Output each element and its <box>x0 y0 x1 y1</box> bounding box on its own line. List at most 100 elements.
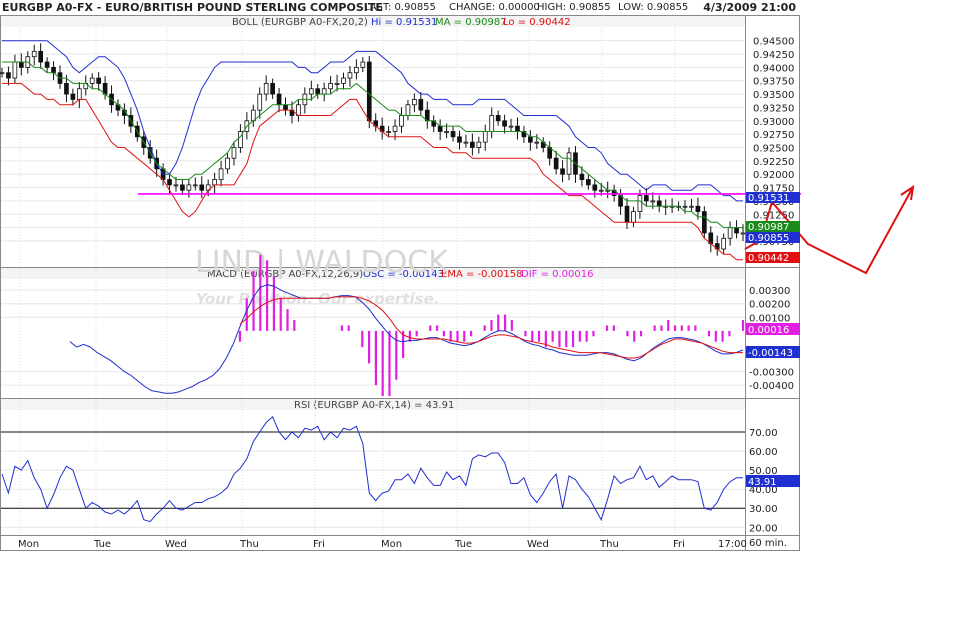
price-candle <box>386 131 391 133</box>
price-candle <box>650 200 656 203</box>
price-tick-label: 0.94500 <box>753 37 794 48</box>
rsi-panel-frame <box>0 398 800 536</box>
price-candle <box>695 205 701 212</box>
price-candle <box>508 125 514 128</box>
price-candle <box>173 184 179 187</box>
price-candle <box>399 115 404 127</box>
rsi-tick-label: 30.00 <box>749 504 778 515</box>
price-candle <box>89 77 95 84</box>
price-candle <box>270 83 275 95</box>
x-tick-label: Thu <box>239 539 259 550</box>
boll-title: BOLL (EURGBP A0-FX,20,2) <box>232 17 368 28</box>
price-tick-label: 0.94000 <box>753 63 794 74</box>
price-candle <box>12 61 18 79</box>
badge-boll-lo: 0.90442 <box>748 253 789 264</box>
price-candle <box>186 184 192 191</box>
x-tick-label: Tue <box>454 539 472 550</box>
price-tick-label: 0.94250 <box>753 50 794 61</box>
price-candle <box>263 83 269 95</box>
price-candle <box>96 77 101 84</box>
price-candle <box>437 125 443 132</box>
price-candle <box>631 211 636 223</box>
watermark-tagline: Your Position. Our expertise. <box>196 290 439 308</box>
price-candle <box>276 93 282 106</box>
price-candle <box>476 141 482 148</box>
price-candle <box>560 168 565 175</box>
price-candle <box>489 115 495 132</box>
badge-macd-osc: -0.00143 <box>748 348 793 359</box>
badge-boll-hi: 0.91531 <box>748 193 789 204</box>
price-candle <box>553 157 559 170</box>
price-candle <box>656 200 662 207</box>
price-candle <box>354 66 359 74</box>
price-candle <box>702 211 707 234</box>
price-candle <box>212 179 217 186</box>
price-candle <box>450 131 456 138</box>
price-tick-label: 0.92500 <box>753 144 794 155</box>
boll-lo-label: Lo = 0.90442 <box>503 17 571 28</box>
price-tick-label: 0.93000 <box>753 117 794 128</box>
stock-chart: BOLL (EURGBP A0-FX,20,2) Hi = 0.91531 MA… <box>0 15 915 551</box>
price-candle <box>598 189 604 192</box>
macd-dif-label: DIF = 0.00016 <box>521 269 594 280</box>
price-candle <box>502 120 507 127</box>
middle-bollinger-band <box>2 61 743 229</box>
x-tick-label: Thu <box>599 539 619 550</box>
price-candle <box>566 152 572 175</box>
price-tick-label: 0.92000 <box>753 170 794 181</box>
rsi-tick-label: 60.00 <box>749 447 778 458</box>
price-candle <box>463 141 469 144</box>
price-candle <box>257 93 263 111</box>
price-candle <box>180 184 185 191</box>
macd-ema-label: EMA = -0.00158 <box>441 269 522 280</box>
price-tick-label: 0.93750 <box>753 77 794 88</box>
price-candle <box>341 77 346 84</box>
badge-rsi: 43.91 <box>748 477 777 488</box>
price-candle <box>231 147 237 159</box>
price-candle <box>51 66 56 74</box>
price-candle <box>689 205 694 208</box>
price-candle <box>579 173 585 180</box>
price-candle <box>515 125 520 132</box>
price-tick-label: 0.93500 <box>753 90 794 101</box>
price-candle <box>199 184 205 191</box>
interval-label: 60 min. <box>749 538 787 549</box>
macd-tick-label: -0.00400 <box>749 381 794 392</box>
rsi-tick-label: 20.00 <box>749 523 778 534</box>
price-candle <box>444 131 449 133</box>
rsi-title: RSI (EURGBP A0-FX,14) = 43.91 <box>294 400 454 411</box>
price-candle <box>740 232 746 235</box>
price-candle <box>637 195 643 212</box>
macd-tick-label: 0.00200 <box>749 300 790 311</box>
price-candle <box>586 179 591 186</box>
price-candle <box>70 93 76 100</box>
price-candle <box>392 125 398 132</box>
x-tick-label: Wed <box>165 539 187 550</box>
price-candle <box>721 237 727 250</box>
badge-last: 0.90855 <box>748 233 789 244</box>
x-tick-label: Tue <box>93 539 111 550</box>
price-tick-label: 0.93250 <box>753 103 794 114</box>
macd-tick-label: 0.00300 <box>749 286 790 297</box>
price-tick-label: 0.92250 <box>753 157 794 168</box>
price-candle <box>405 104 411 116</box>
chart-series <box>0 40 746 523</box>
price-candle <box>321 88 327 95</box>
macd-tick-label: 0.00100 <box>749 313 790 324</box>
price-candle <box>366 61 372 122</box>
price-candle <box>308 88 314 95</box>
price-candle <box>418 99 424 111</box>
price-candle <box>167 179 172 186</box>
price-candle <box>534 141 540 144</box>
price-candle <box>528 136 533 143</box>
price-candle <box>18 61 24 68</box>
price-candle <box>682 205 688 208</box>
price-candle <box>347 72 353 79</box>
price-candle <box>495 115 501 122</box>
price-candle <box>315 88 321 95</box>
price-candle <box>31 50 37 58</box>
price-candle <box>218 168 224 180</box>
x-tick-label: Fri <box>673 539 685 550</box>
rsi-tick-label: 70.00 <box>749 428 778 439</box>
price-candle <box>328 83 333 90</box>
